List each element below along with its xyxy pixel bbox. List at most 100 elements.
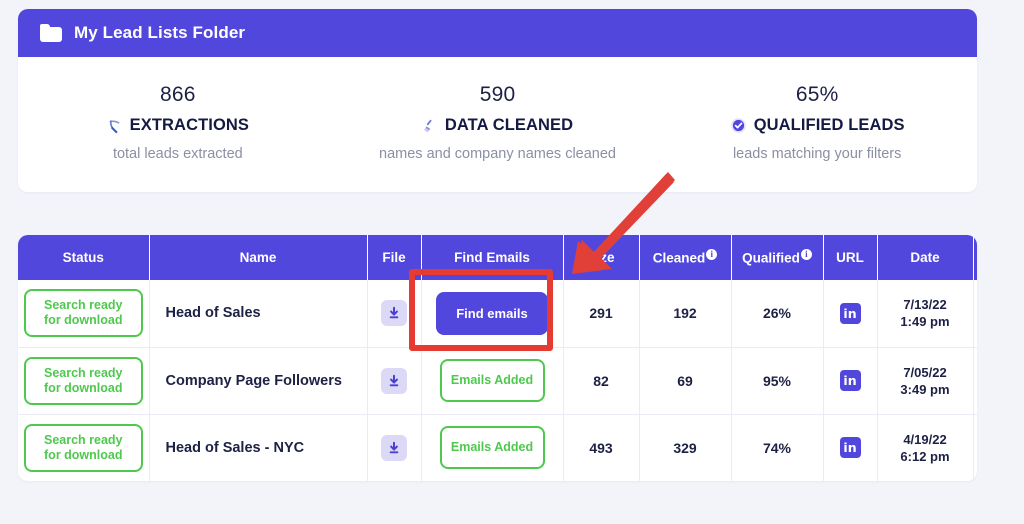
stat-extractions-value: 866 [160, 83, 196, 106]
broom-icon [422, 118, 438, 134]
column-header-qualified-label: Qualified [742, 250, 800, 266]
stat-extractions-sub: total leads extracted [112, 146, 243, 162]
check-circle-icon [730, 117, 747, 134]
linkedin-icon[interactable]: in [839, 437, 861, 459]
lead-lists-table: Status Name File Find Emails Size Cleane… [18, 235, 977, 481]
column-header-name-label: Name [239, 250, 277, 265]
info-icon-qualified[interactable]: i [800, 249, 812, 261]
cell-size: 291 [563, 280, 640, 347]
cell-status: Search ready for download [18, 280, 150, 347]
cell-url: in [823, 280, 878, 347]
column-header-date[interactable]: Date [877, 235, 974, 280]
cell-qualified: 74% [731, 413, 824, 481]
linkedin-icon[interactable]: in [839, 302, 861, 324]
cell-name: Company Page Followers [149, 346, 368, 414]
cell-date: 7/05/22 3:49 pm [877, 346, 974, 414]
info-icon-cleaned[interactable]: i [706, 249, 718, 261]
cell-qualified: 26% [731, 280, 824, 347]
emails-added-badge: Emails Added [439, 359, 545, 402]
cell-size: 493 [563, 413, 640, 481]
column-header-actions [973, 235, 977, 280]
cell-file [367, 346, 422, 414]
table-header-row: Status Name File Find Emails Size Cleane… [18, 235, 977, 280]
column-header-size[interactable]: Size [563, 235, 640, 280]
cell-cleaned: 192 [639, 280, 732, 347]
cell-name: Head of Sales [149, 280, 368, 347]
folder-header: My Lead Lists Folder [18, 9, 977, 57]
stat-data-cleaned-value: 590 [479, 83, 516, 106]
cell-date-day: 4/19/22 [903, 431, 947, 447]
column-header-status[interactable]: Status [18, 235, 150, 280]
column-header-file[interactable]: File [367, 235, 422, 280]
cell-find-emails: Emails Added [421, 413, 564, 481]
folder-icon [40, 24, 62, 42]
column-header-cleaned[interactable]: Cleaned i [639, 235, 732, 280]
cell-file [367, 413, 422, 481]
cell-date-time: 6:12 pm [900, 448, 950, 464]
emails-added-badge: Emails Added [439, 426, 545, 470]
download-icon[interactable] [381, 367, 407, 394]
column-header-url[interactable]: URL [823, 235, 878, 280]
cell-date: 4/19/22 6:12 pm [877, 413, 974, 481]
column-header-qualified[interactable]: Qualified i [731, 235, 824, 280]
stat-qualified-leads-value: 65% [795, 83, 839, 106]
cell-file [367, 280, 422, 347]
cell-url: in [823, 413, 878, 481]
stat-data-cleaned-label: DATA CLEANED [444, 116, 574, 134]
stat-data-cleaned-label-row: DATA CLEANED [338, 116, 658, 135]
table-row: Search ready for download Company Page F… [18, 346, 977, 414]
table-row: Search ready for download Head of Sales … [18, 280, 977, 347]
cell-actions [973, 280, 977, 347]
stat-qualified-leads-sub: leads matching your filters [732, 146, 902, 162]
cell-date-time: 1:49 pm [900, 314, 950, 330]
stat-data-cleaned-sub: names and company names cleaned [379, 146, 616, 162]
download-icon[interactable] [381, 300, 407, 327]
cell-actions [973, 346, 977, 414]
folder-summary-card: My Lead Lists Folder 866 EXTRACTIONS tot… [18, 9, 977, 192]
table-row: Search ready for download Head of Sales … [18, 413, 977, 481]
folder-title: My Lead Lists Folder [74, 23, 246, 42]
cell-find-emails: Emails Added [421, 346, 564, 414]
stat-qualified-leads: 65% QUALIFIED LEADS leads matching your … [657, 83, 977, 162]
column-header-status-label: Status [62, 250, 104, 265]
status-badge: Search ready for download [24, 289, 143, 338]
cell-cleaned: 329 [639, 413, 732, 481]
stat-extractions: 866 EXTRACTIONS total leads extracted [18, 83, 338, 162]
linkedin-icon[interactable]: in [839, 370, 861, 391]
stats-row: 866 EXTRACTIONS total leads extracted 59… [18, 57, 977, 192]
cell-size: 82 [563, 346, 640, 414]
cell-cleaned: 69 [639, 346, 732, 414]
column-header-find-emails[interactable]: Find Emails [421, 235, 564, 280]
download-icon[interactable] [381, 434, 407, 461]
column-header-cleaned-label: Cleaned [652, 250, 706, 266]
cell-date-day: 7/13/22 [903, 297, 947, 313]
stat-qualified-leads-label-row: QUALIFIED LEADS [657, 116, 977, 135]
cell-status: Search ready for download [18, 346, 150, 414]
stat-extractions-label: EXTRACTIONS [129, 116, 250, 134]
table-body: Search ready for download Head of Sales … [18, 280, 977, 481]
find-emails-button[interactable]: Find emails [436, 291, 548, 335]
column-header-date-label: Date [910, 250, 940, 265]
cell-actions [973, 413, 977, 481]
cell-status: Search ready for download [18, 413, 150, 481]
cell-date: 7/13/22 1:49 pm [877, 280, 974, 347]
column-header-name[interactable]: Name [149, 235, 368, 280]
cell-url: in [823, 346, 878, 414]
status-badge: Search ready for download [24, 423, 143, 472]
cell-qualified: 95% [731, 346, 824, 414]
column-header-find-emails-label: Find Emails [454, 250, 530, 265]
status-badge: Search ready for download [24, 356, 143, 405]
lead-lists-table-card: Status Name File Find Emails Size Cleane… [18, 235, 977, 481]
column-header-size-label: Size [587, 250, 615, 265]
stat-extractions-label-row: EXTRACTIONS [18, 116, 338, 135]
cell-date-day: 7/05/22 [903, 364, 947, 380]
table-header: Status Name File Find Emails Size Cleane… [18, 235, 977, 280]
cell-find-emails: Find emails [421, 280, 564, 347]
column-header-file-label: File [382, 250, 406, 265]
stat-data-cleaned: 590 DATA CLEANED names and company names… [338, 83, 658, 162]
cell-date-time: 3:49 pm [900, 381, 950, 397]
stat-qualified-leads-label: QUALIFIED LEADS [753, 116, 905, 134]
pickaxe-icon [107, 118, 123, 134]
column-header-url-label: URL [836, 250, 864, 265]
cell-name: Head of Sales - NYC [149, 413, 368, 481]
